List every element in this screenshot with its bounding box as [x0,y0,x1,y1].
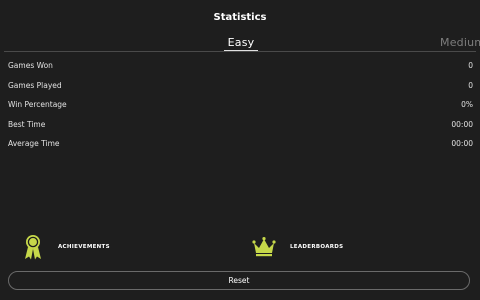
stat-value: 00:00 [451,119,473,129]
stat-label: Best Time [8,119,46,129]
stat-row-win-percentage: Win Percentage 0% [8,95,473,115]
tab-easy[interactable]: Easy [224,36,258,51]
stat-label: Win Percentage [8,100,67,110]
stat-row-games-played: Games Played 0 [8,76,473,96]
stat-row-games-won: Games Won 0 [8,56,473,76]
stat-label: Games Won [8,61,53,71]
achievements-button[interactable]: ACHIEVEMENTS [22,234,110,260]
achievements-label: ACHIEVEMENTS [58,244,110,250]
stat-label: Average Time [8,139,60,149]
reset-button[interactable]: Reset [8,271,470,290]
stat-value: 0% [461,100,473,110]
stat-row-best-time: Best Time 00:00 [8,115,473,135]
tabs-divider [4,51,476,52]
stat-value: 0 [468,61,473,71]
ribbon-medal-icon [22,234,44,260]
stat-value: 00:00 [451,139,473,149]
crown-icon [252,237,276,257]
stat-label: Games Played [8,80,62,90]
stats-list: Games Won 0 Games Played 0 Win Percentag… [8,56,473,154]
page-title: Statistics [213,12,267,23]
leaderboards-label: LEADERBOARDS [290,244,344,250]
stat-row-average-time: Average Time 00:00 [8,134,473,154]
tab-medium[interactable]: Medium [440,36,480,49]
stat-value: 0 [468,80,473,90]
bottom-actions: ACHIEVEMENTS LEADERBOARDS [0,234,480,262]
leaderboards-button[interactable]: LEADERBOARDS [252,234,343,260]
